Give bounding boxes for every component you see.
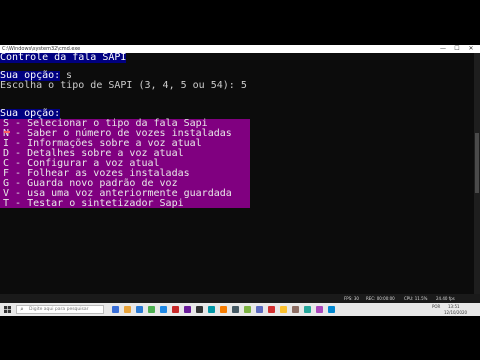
text-cursor bbox=[4, 131, 10, 133]
mail-icon[interactable] bbox=[160, 306, 167, 313]
cpu-readout: CPU: 11.5% bbox=[404, 296, 428, 301]
close-button[interactable]: ✕ bbox=[466, 45, 476, 53]
edge-icon[interactable] bbox=[136, 306, 143, 313]
sapi-type-question: Escolha o tipo de SAPI (3, 4, 5 ou 54): … bbox=[0, 80, 247, 91]
console-window: C:\Windows\system32\cmd.exe — ☐ ✕ Contro… bbox=[0, 45, 480, 316]
task-view-icon[interactable] bbox=[112, 306, 119, 313]
windows-start-icon[interactable] bbox=[4, 306, 11, 313]
clock-date[interactable]: 12/10/2020 bbox=[444, 310, 467, 316]
app-icon-teal[interactable] bbox=[208, 306, 215, 313]
app-icon-violet[interactable] bbox=[316, 306, 323, 313]
language-indicator[interactable]: POR bbox=[432, 304, 440, 310]
app-icon-yellow[interactable] bbox=[280, 306, 287, 313]
obs-icon[interactable] bbox=[268, 306, 275, 313]
app-icon-red[interactable] bbox=[172, 306, 179, 313]
app-icon-green2[interactable] bbox=[304, 306, 311, 313]
app-icon-orange[interactable] bbox=[220, 306, 227, 313]
scrollbar-thumb[interactable] bbox=[475, 133, 479, 193]
file-explorer-icon[interactable] bbox=[124, 306, 131, 313]
app-icon-purple[interactable] bbox=[184, 306, 191, 313]
rec-readout: REC: 00:00:00 bbox=[366, 296, 395, 301]
search-icon: ⌕ bbox=[20, 306, 24, 313]
console-output[interactable]: Controle da fala SAPI Sua opção: s Escol… bbox=[0, 53, 474, 294]
recording-statusbar: FPS: 30 REC: 00:00:00 CPU: 11.5% 24.40 f… bbox=[0, 294, 480, 303]
search-placeholder: Digite aqui para pesquisar bbox=[29, 307, 89, 312]
console-header: Controle da fala SAPI bbox=[0, 52, 127, 63]
fps-rate-readout: 24.40 fps bbox=[436, 296, 455, 301]
cmd-icon[interactable] bbox=[196, 306, 203, 313]
app-icon-blue[interactable] bbox=[328, 306, 335, 313]
maximize-button[interactable]: ☐ bbox=[452, 45, 462, 53]
menu-item-t: T - Testar o sintetizador Sapi bbox=[3, 198, 184, 209]
fps-readout: FPS: 30 bbox=[344, 296, 359, 301]
app-icon-indigo[interactable] bbox=[256, 306, 263, 313]
vertical-scrollbar[interactable] bbox=[474, 53, 480, 294]
taskbar-search-box[interactable]: ⌕ Digite aqui para pesquisar bbox=[16, 305, 104, 314]
app-icon-brown[interactable] bbox=[292, 306, 299, 313]
menu-box: S - Selecionar o tipo da fala Sapi N - S… bbox=[0, 119, 250, 209]
app-icon-green[interactable] bbox=[244, 306, 251, 313]
minimize-button[interactable]: — bbox=[438, 45, 448, 53]
taskbar: ⌕ Digite aqui para pesquisar POR 13:51 1… bbox=[0, 303, 480, 316]
store-icon[interactable] bbox=[148, 306, 155, 313]
app-icon-gray[interactable] bbox=[232, 306, 239, 313]
